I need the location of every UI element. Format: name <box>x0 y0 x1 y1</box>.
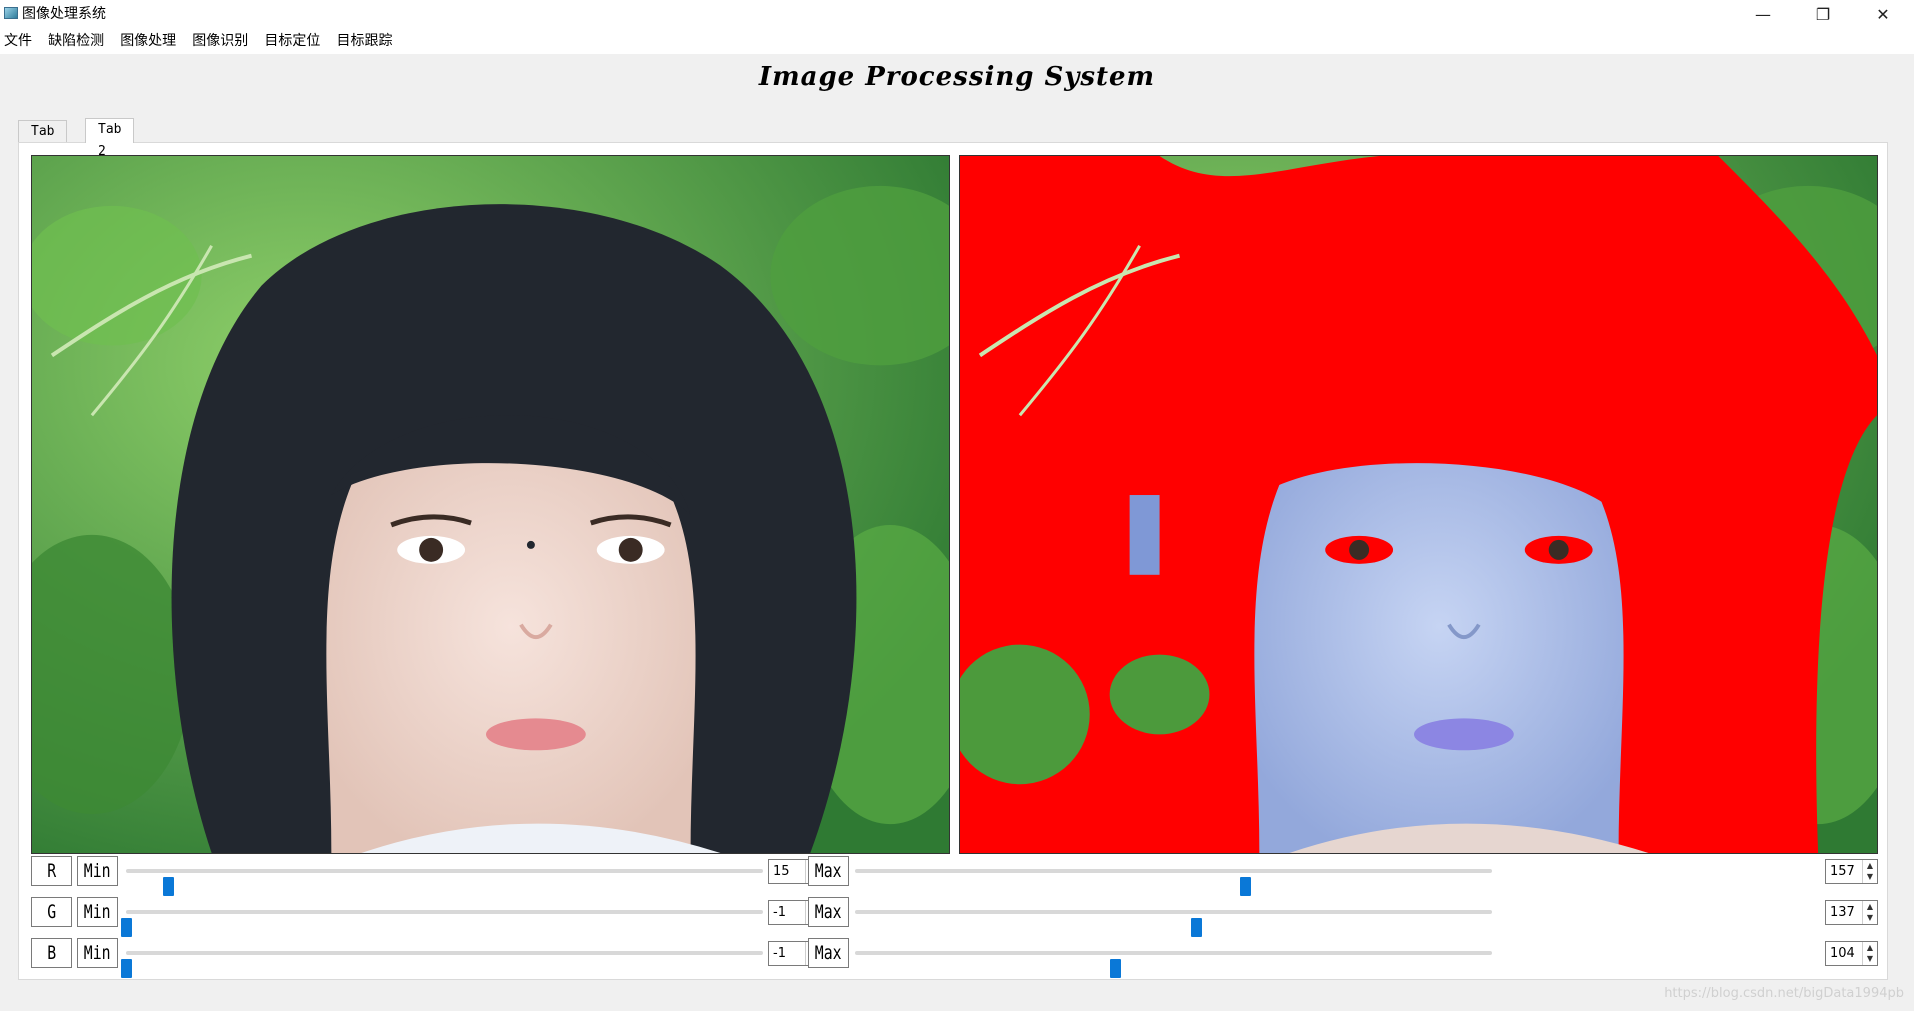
b-max-slider[interactable] <box>855 951 1492 978</box>
processed-image <box>960 156 1877 853</box>
r-min-slider[interactable] <box>126 869 763 896</box>
r-max-slider[interactable] <box>855 869 1492 896</box>
r-min-label: Min <box>77 856 118 886</box>
close-button[interactable]: ✕ <box>1860 0 1906 28</box>
spin-up-icon[interactable]: ▲ <box>1863 901 1877 912</box>
g-min-label: Min <box>77 897 118 927</box>
b-min-slider-handle[interactable] <box>121 959 132 978</box>
watermark: https://blog.csdn.net/bigData1994pb <box>1664 986 1904 1001</box>
g-label: G <box>31 897 72 927</box>
menu-image-recognition[interactable]: 图像识别 <box>188 28 252 54</box>
g-max-spinbox[interactable]: 137 ▲ ▼ <box>1825 900 1878 925</box>
b-min-slider[interactable] <box>121 951 763 978</box>
g-min-slider[interactable] <box>121 910 763 937</box>
g-min-slider-handle[interactable] <box>121 918 132 937</box>
spin-up-icon[interactable]: ▲ <box>1863 942 1877 953</box>
original-image-view <box>31 155 950 854</box>
r-min-slider-handle[interactable] <box>163 877 175 896</box>
r-label: R <box>31 856 72 886</box>
minimize-button[interactable]: — <box>1740 0 1786 28</box>
r-channel-row: R Min 15 ▲ ▼ Max 157 ▲ ▼ <box>19 854 1889 896</box>
g-channel-row: G Min -1 ▲ ▼ Max 137 ▲ ▼ <box>19 895 1889 937</box>
menu-bar: 文件 缺陷检测 图像处理 图像识别 目标定位 目标跟踪 <box>0 28 1914 54</box>
menu-target-locating[interactable]: 目标定位 <box>260 28 324 54</box>
processed-image-view <box>959 155 1878 854</box>
window-title: 图像处理系统 <box>22 6 106 22</box>
tab-panel: R Min 15 ▲ ▼ Max 157 ▲ ▼ G Min <box>18 142 1888 980</box>
app-heading: Image Processing System <box>758 62 1156 92</box>
menu-image-processing[interactable]: 图像处理 <box>116 28 180 54</box>
spin-down-icon[interactable]: ▼ <box>1863 953 1877 964</box>
spin-down-icon[interactable]: ▼ <box>1863 912 1877 923</box>
b-max-label: Max <box>808 938 849 968</box>
g-max-slider[interactable] <box>855 910 1492 937</box>
b-label: B <box>31 938 72 968</box>
app-icon <box>4 7 18 19</box>
r-max-slider-handle[interactable] <box>1240 877 1252 896</box>
menu-target-tracking[interactable]: 目标跟踪 <box>332 28 396 54</box>
b-max-spinbox[interactable]: 104 ▲ ▼ <box>1825 941 1878 966</box>
r-max-label: Max <box>808 856 849 886</box>
tab-2[interactable]: Tab 2 <box>85 118 135 159</box>
original-image <box>32 156 949 853</box>
spin-down-icon[interactable]: ▼ <box>1863 871 1877 882</box>
maximize-button[interactable]: ❐ <box>1800 0 1846 28</box>
tab-1[interactable]: Tab 1 <box>18 120 68 161</box>
menu-defect-detection[interactable]: 缺陷检测 <box>44 28 108 54</box>
menu-file[interactable]: 文件 <box>0 28 36 54</box>
r-max-spinbox[interactable]: 157 ▲ ▼ <box>1825 859 1878 884</box>
g-max-label: Max <box>808 897 849 927</box>
b-min-label: Min <box>77 938 118 968</box>
spin-up-icon[interactable]: ▲ <box>1863 860 1877 871</box>
b-channel-row: B Min -1 ▲ ▼ Max 104 ▲ ▼ <box>19 936 1889 978</box>
g-max-slider-handle[interactable] <box>1190 918 1202 937</box>
title-bar: 图像处理系统 — ❐ ✕ <box>0 0 1914 28</box>
b-max-slider-handle[interactable] <box>1109 959 1121 978</box>
